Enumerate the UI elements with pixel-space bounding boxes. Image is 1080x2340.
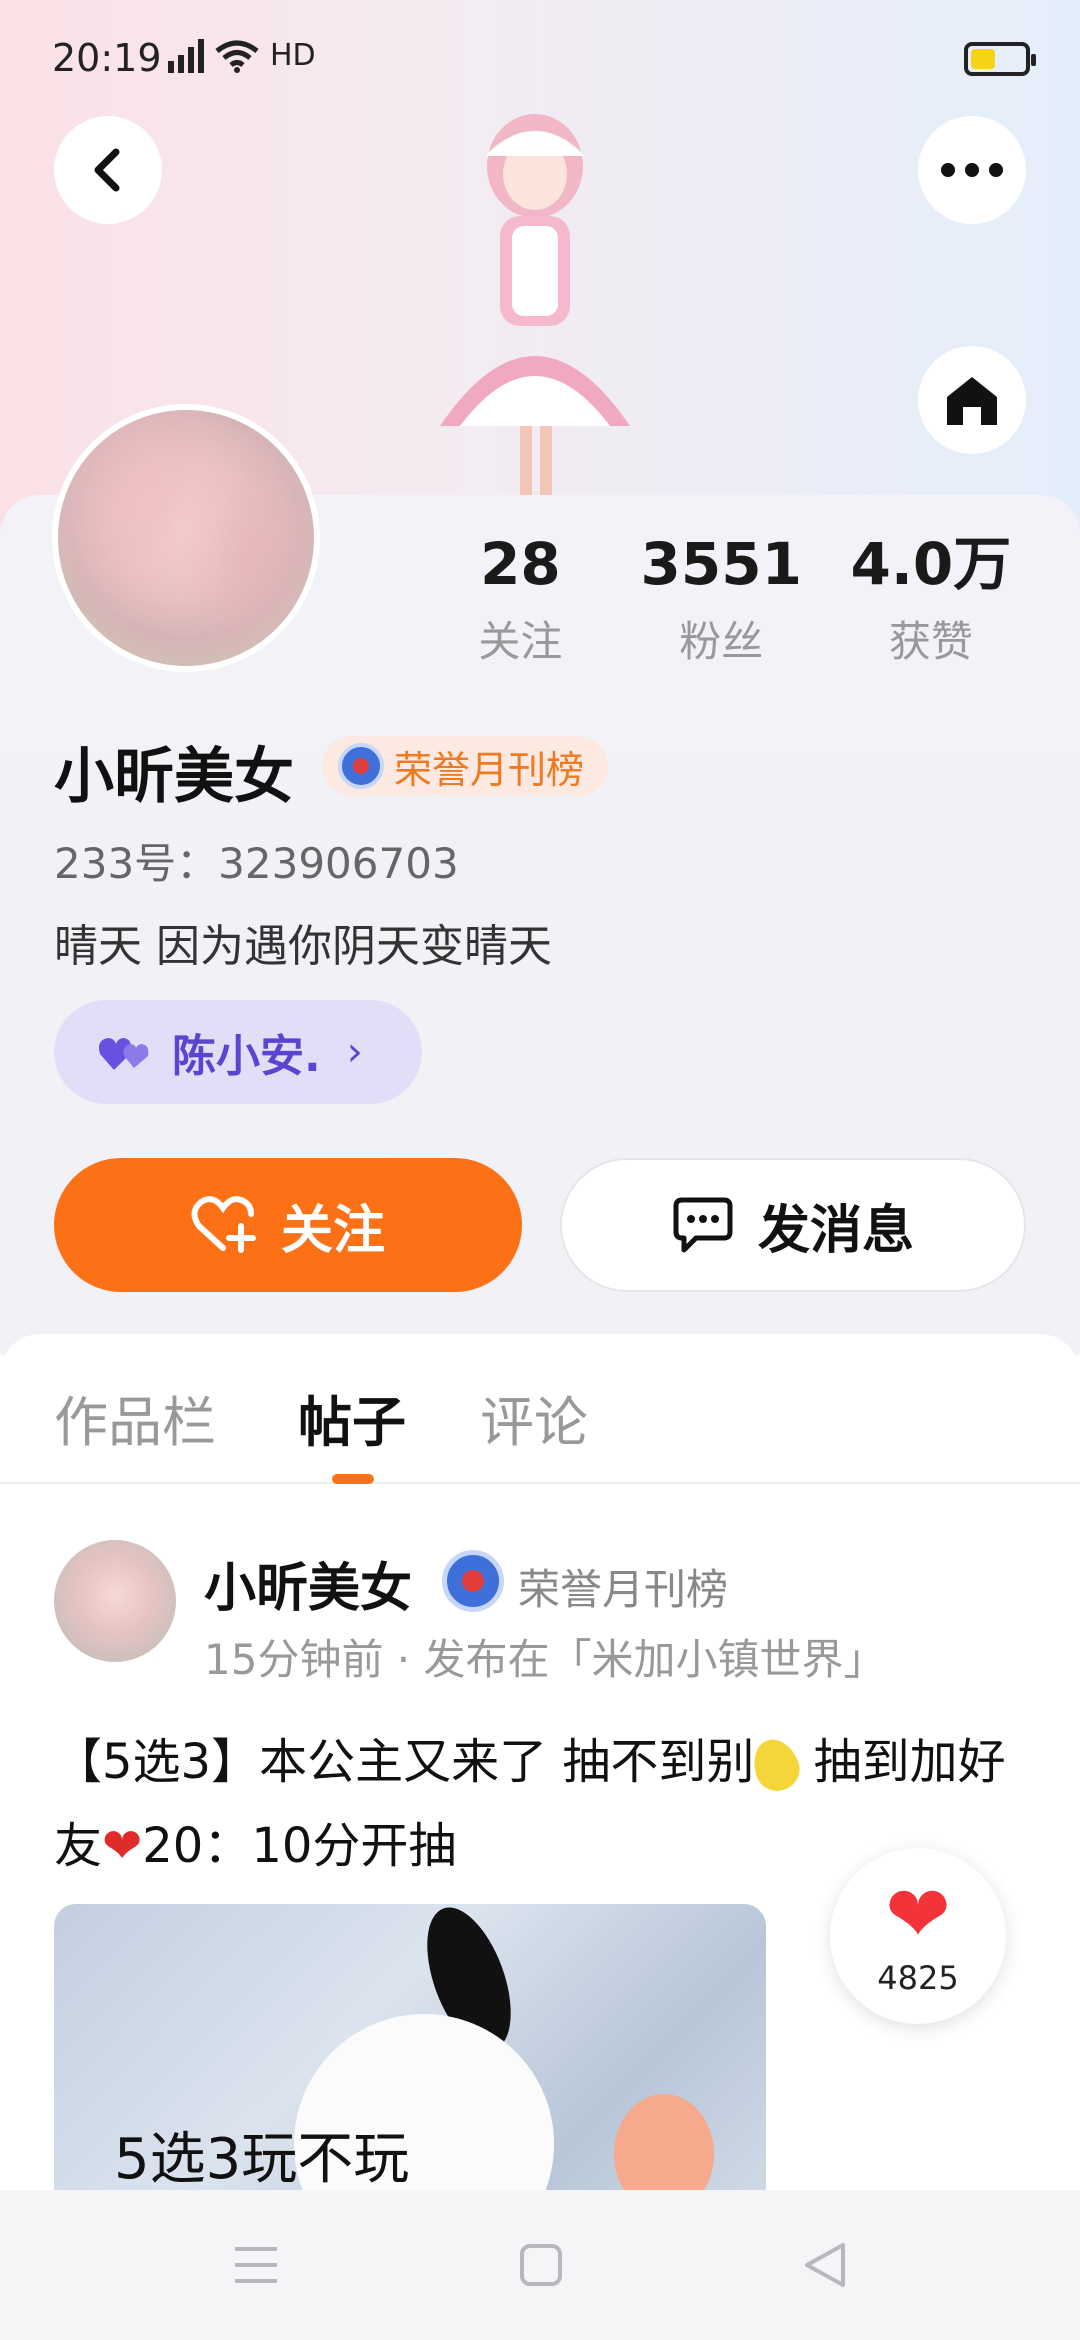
- stat-fans[interactable]: 3551 粉丝: [621, 528, 822, 669]
- more-icon: [941, 163, 1003, 177]
- square-icon[interactable]: [519, 2243, 563, 2287]
- stat-value: 28: [480, 530, 561, 598]
- like-button[interactable]: ❤ 4825: [830, 1848, 1006, 2024]
- stat-value: 4.0万: [850, 530, 1012, 598]
- battery-fill: [971, 49, 995, 69]
- user-id: 233号：323906703: [54, 839, 459, 888]
- status-time: 20:19: [52, 36, 162, 80]
- chevron-right-icon: ›: [346, 1029, 363, 1075]
- heart-plus-icon: [191, 1196, 256, 1253]
- image-caption: 5选3玩不玩: [114, 2127, 410, 2192]
- status-icons: HD: [168, 38, 316, 73]
- message-button[interactable]: 发消息: [560, 1158, 1026, 1292]
- cp-name: 陈小安.: [172, 1031, 321, 1082]
- avatar[interactable]: [52, 404, 320, 672]
- post-meta: 15分钟前 · 发布在「米加小镇世界」: [204, 1635, 886, 1684]
- home-button[interactable]: [918, 346, 1026, 454]
- triangle-back-icon[interactable]: [803, 2241, 847, 2289]
- tab-posts[interactable]: 帖子: [298, 1378, 406, 1457]
- like-count: 4825: [877, 1959, 959, 1997]
- stat-label: 关注: [478, 617, 563, 666]
- double-heart-icon: [99, 1038, 149, 1070]
- character-figure: [440, 114, 630, 496]
- stat-label: 粉丝: [679, 617, 764, 666]
- post-text-part1: 【5选3】本公主又来了 抽不到别: [54, 1734, 755, 1790]
- profile-stats: 28 关注 3551 粉丝 4.0万 获赞: [420, 528, 1040, 669]
- message-label: 发消息: [757, 1200, 914, 1261]
- tab-comments[interactable]: 评论: [480, 1378, 588, 1457]
- battery-icon: [964, 42, 1036, 76]
- chat-icon: [673, 1197, 733, 1253]
- signal-icon: [168, 38, 204, 73]
- tab-bar: 作品栏 帖子 评论: [0, 1334, 1080, 1484]
- honor-badge[interactable]: 荣誉月刊榜: [322, 736, 609, 796]
- post-honor: 荣誉月刊榜: [518, 1565, 729, 1614]
- follow-label: 关注: [280, 1200, 385, 1261]
- post-author[interactable]: 小昕美女: [204, 1546, 412, 1621]
- post-avatar[interactable]: [54, 1540, 176, 1662]
- stat-value: 3551: [640, 530, 802, 598]
- home-icon: [947, 377, 997, 425]
- honor-badge-label: 荣誉月刊榜: [394, 747, 585, 792]
- back-icon: [94, 148, 120, 192]
- wifi-icon: [215, 40, 259, 73]
- profile-name: 小昕美女: [54, 742, 294, 812]
- hd-label: HD: [270, 38, 316, 73]
- more-button[interactable]: [918, 116, 1026, 224]
- cp-chip[interactable]: 陈小安. ›: [54, 1000, 422, 1104]
- post-text-part3: 20：10分开抽: [142, 1818, 457, 1874]
- follow-button[interactable]: 关注: [54, 1158, 522, 1292]
- tab-indicator: [332, 1474, 374, 1484]
- system-nav-bar: [0, 2190, 1080, 2340]
- stat-label: 获赞: [888, 617, 973, 666]
- heart-icon: ❤: [885, 1870, 951, 1960]
- menu-icon[interactable]: [233, 2245, 279, 2285]
- red-heart-icon: ❤: [102, 1818, 143, 1874]
- medal-icon: [442, 1550, 504, 1612]
- user-bio: 晴天 因为遇你阴天变晴天: [54, 921, 552, 972]
- medal-icon: [338, 743, 384, 789]
- stat-following[interactable]: 28 关注: [420, 528, 621, 669]
- tab-works[interactable]: 作品栏: [54, 1378, 216, 1457]
- back-button[interactable]: [54, 116, 162, 224]
- stat-likes[interactable]: 4.0万 获赞: [822, 528, 1040, 669]
